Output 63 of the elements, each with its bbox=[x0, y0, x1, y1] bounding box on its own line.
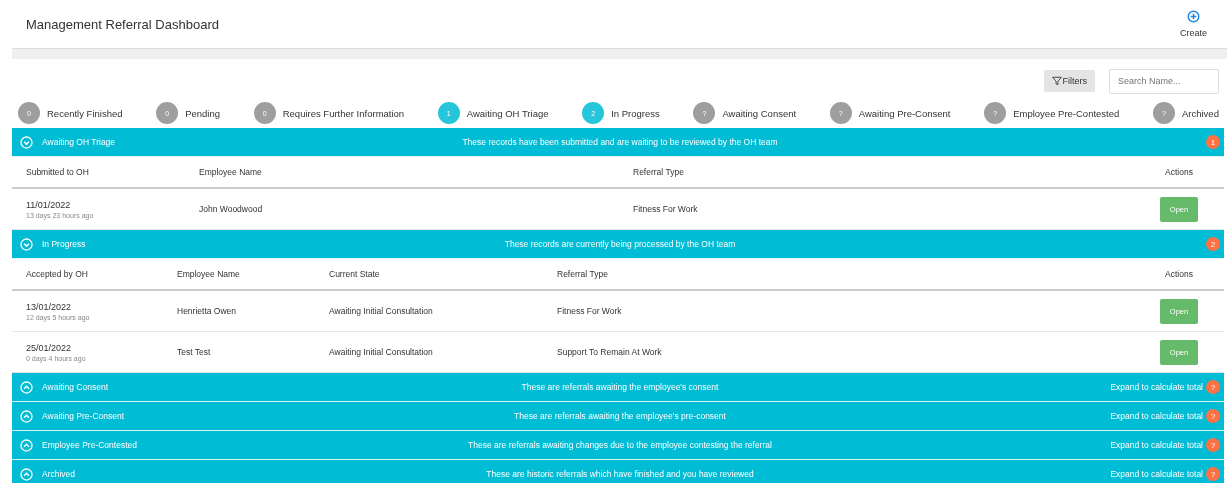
date-text: 11/01/2022 bbox=[26, 199, 72, 210]
section-description: These are referrals awaiting the employee's consent bbox=[520, 382, 720, 392]
section-header[interactable]: Awaiting Consent These are referrals awaiting the employee's consent Expand to calculate total ? bbox=[12, 373, 1224, 402]
table-cell-text: Test Test bbox=[176, 347, 212, 357]
section-description: These are historic referrals which have finished and you have reviewed bbox=[485, 469, 755, 479]
section-description: These are referrals awaiting changes due to the employee contesting the referral bbox=[467, 440, 773, 450]
section-title: Archived bbox=[42, 469, 76, 479]
column-header: Referral Type bbox=[556, 269, 609, 279]
count-badge: ? bbox=[1206, 409, 1220, 423]
status-label: Requires Further Information bbox=[282, 107, 405, 119]
section-header[interactable]: Awaiting OH Triage These records have been submitted and are waiting to be reviewed by the OH team 1 bbox=[12, 128, 1224, 157]
status-label: Recently Finished bbox=[47, 107, 123, 119]
date-text: 13/01/2022 bbox=[26, 301, 73, 312]
column-header: Actions bbox=[1164, 269, 1194, 279]
status-label: In Progress bbox=[611, 107, 660, 119]
table-cell-text: Fitness For Work bbox=[632, 204, 699, 214]
column-header: Referral Type bbox=[632, 167, 685, 177]
filter-icon bbox=[1051, 76, 1062, 86]
section-title: Employee Pre-Contested bbox=[42, 440, 137, 450]
section-title: Awaiting Consent bbox=[42, 382, 108, 392]
table-cell-text: Henrietta Owen bbox=[176, 306, 238, 316]
section-title: In Progress bbox=[42, 239, 86, 249]
column-header: Employee Name bbox=[198, 167, 263, 177]
status-label: Archived bbox=[1181, 107, 1219, 119]
status-label: Awaiting Pre-Consent bbox=[858, 107, 951, 119]
total-label: Expand to calculate total bbox=[1110, 411, 1203, 421]
section-description: These are referrals awaiting the employee's pre-consent bbox=[513, 411, 727, 421]
status-label: Awaiting OH Triage bbox=[466, 107, 549, 119]
filters-button[interactable]: Filters bbox=[1043, 70, 1095, 92]
create-button[interactable]: Create bbox=[1174, 6, 1213, 42]
table-cell-text: Fitness For Work bbox=[556, 306, 623, 316]
table-cell-text: John Woodwood bbox=[198, 204, 264, 214]
page-title: Management Referral Dashboard bbox=[26, 16, 219, 32]
table-cell-text: Awaiting Initial Consultation bbox=[328, 306, 434, 316]
section-description: These records are currently being processed by the OH team bbox=[503, 239, 737, 249]
status-label: Awaiting Consent bbox=[722, 107, 797, 119]
section-header[interactable]: Awaiting Pre-Consent These are referrals awaiting the employee's pre-consent Expand to calculate total ? bbox=[12, 402, 1224, 431]
date-text: 25/01/2022 bbox=[26, 342, 73, 353]
column-header: Current State bbox=[328, 269, 381, 279]
count-badge: 1 bbox=[1206, 135, 1220, 149]
status-label: Employee Pre-Contested bbox=[1013, 107, 1120, 119]
section-title: Awaiting OH Triage bbox=[42, 137, 116, 147]
column-header: Employee Name bbox=[176, 269, 241, 279]
section-title: Awaiting Pre-Consent bbox=[42, 411, 125, 421]
total-label: Expand to calculate total bbox=[1110, 469, 1203, 479]
total-label: Expand to calculate total bbox=[1110, 440, 1203, 450]
column-header: Actions bbox=[1164, 167, 1194, 177]
count-badge: ? bbox=[1206, 380, 1220, 394]
column-header: Submitted to OH bbox=[25, 167, 90, 177]
count-badge: 2 bbox=[1206, 237, 1220, 251]
section-header[interactable]: Employee Pre-Contested These are referrals awaiting changes due to the employee contesting the referral Expand to calculate total ? bbox=[12, 431, 1224, 460]
section-description: These records have been submitted and are waiting to be reviewed by the OH team bbox=[461, 137, 779, 147]
section-header[interactable]: Archived These are historic referrals which have finished and you have reviewed Expand to calculate total ? bbox=[12, 460, 1224, 483]
table-cell-text: Awaiting Initial Consultation bbox=[328, 347, 434, 357]
table-cell-text: Support To Remain At Work bbox=[556, 347, 663, 357]
column-header: Accepted by OH bbox=[25, 269, 89, 279]
add-icon bbox=[1187, 10, 1200, 23]
status-label: Pending bbox=[185, 107, 221, 119]
total-label: Expand to calculate total bbox=[1110, 382, 1203, 392]
section-header[interactable]: In Progress These records are currently being processed by the OH team 2 bbox=[12, 230, 1224, 259]
search-field[interactable]: Search Name... bbox=[1109, 68, 1219, 94]
count-badge: ? bbox=[1206, 467, 1220, 481]
count-badge: ? bbox=[1206, 438, 1220, 452]
